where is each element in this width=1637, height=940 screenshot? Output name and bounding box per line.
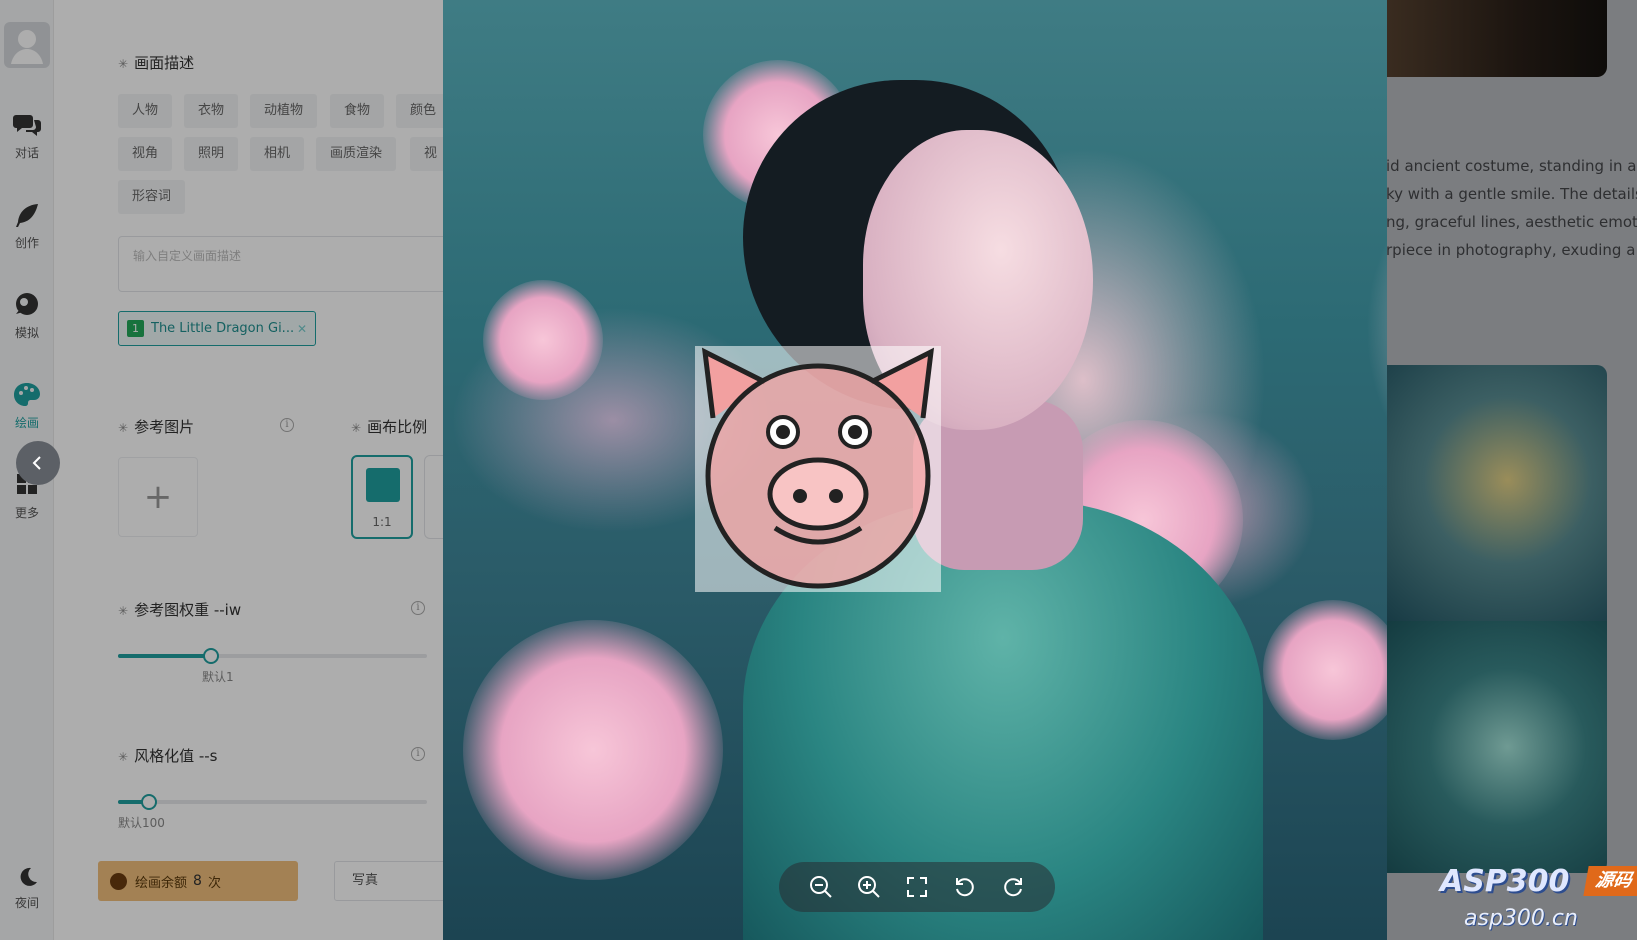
prompt-description: id ancient costume, standing in a d ky w… bbox=[1386, 157, 1637, 259]
nav-item-create[interactable]: 创作 bbox=[0, 202, 54, 251]
draw-settings-panel: ✳ 画面描述 人物 衣物 动植物 食物 颜色 视角 照明 相机 画质渲染 视 形容… bbox=[54, 0, 443, 940]
upload-reference-button[interactable]: + bbox=[118, 457, 198, 537]
watermark-logo: ASP300 源码 asp300.cn bbox=[1440, 862, 1637, 940]
chip-category[interactable]: 视角 bbox=[118, 137, 173, 171]
info-icon[interactable]: i bbox=[280, 418, 294, 432]
slider-thumb[interactable] bbox=[202, 648, 219, 664]
chip-category[interactable]: 人物 bbox=[118, 94, 173, 128]
chip-category[interactable]: 颜色 bbox=[396, 94, 443, 128]
section-title-ratio: ✳ 画布比例 bbox=[351, 418, 428, 436]
user-avatar-icon bbox=[11, 30, 43, 64]
slider-thumb[interactable] bbox=[140, 794, 157, 810]
custom-description-input[interactable]: 输入自定义画面描述 bbox=[118, 236, 443, 292]
mode-select-button[interactable]: 写真 bbox=[334, 861, 454, 901]
quota-count: 8 bbox=[193, 873, 202, 889]
plus-icon: + bbox=[143, 477, 173, 517]
user-bubble-icon bbox=[16, 293, 38, 315]
quota-unit: 次 bbox=[207, 875, 221, 891]
rotate-right-icon[interactable] bbox=[999, 873, 1027, 901]
chip-category[interactable]: 照明 bbox=[184, 137, 239, 171]
nav-label: 更多 bbox=[14, 506, 39, 520]
pig-watermark-icon bbox=[695, 346, 941, 592]
info-icon[interactable]: i bbox=[411, 601, 425, 615]
flower-shape bbox=[483, 280, 603, 400]
section-title-iw: ✳ 参考图权重 --iw bbox=[118, 601, 242, 619]
section-title-scene: ✳ 画面描述 bbox=[118, 54, 195, 72]
palette-icon bbox=[110, 872, 127, 890]
gallery-image[interactable] bbox=[1386, 0, 1607, 77]
fullscreen-icon[interactable] bbox=[903, 873, 931, 901]
chip-category[interactable]: 形容词 bbox=[118, 180, 186, 214]
iw-slider[interactable] bbox=[118, 648, 427, 664]
selected-prompt-tag[interactable]: 1 The Little Dragon Gi... ✕ bbox=[118, 311, 316, 346]
image-preview[interactable] bbox=[443, 0, 1387, 940]
chip-category[interactable]: 动植物 bbox=[250, 94, 318, 128]
gallery-image[interactable] bbox=[1386, 365, 1607, 621]
nav-label: 模拟 bbox=[14, 326, 39, 340]
section-title-stylize: ✳ 风格化值 --s bbox=[118, 747, 218, 765]
chevron-left-icon bbox=[32, 456, 41, 470]
avatar[interactable] bbox=[4, 22, 50, 68]
gallery-image[interactable] bbox=[1386, 621, 1607, 873]
collapse-panel-button[interactable] bbox=[16, 441, 60, 485]
square-ratio-icon bbox=[366, 468, 400, 502]
nav-item-night-mode[interactable]: 夜间 bbox=[0, 866, 54, 911]
chip-category[interactable]: 衣物 bbox=[184, 94, 239, 128]
stylize-default-hint: 默认100 bbox=[118, 816, 165, 830]
section-title-reference: ✳ 参考图片 bbox=[118, 418, 195, 436]
draw-quota-badge: 绘画余额 8 次 bbox=[98, 861, 298, 901]
moon-icon bbox=[20, 867, 37, 886]
gallery-panel: id ancient costume, standing in a d ky w… bbox=[1386, 0, 1637, 940]
chat-icon bbox=[13, 115, 41, 136]
info-icon[interactable]: i bbox=[411, 747, 425, 761]
chip-category[interactable]: 视 bbox=[410, 137, 443, 171]
close-icon[interactable]: ✕ bbox=[297, 322, 307, 336]
nav-label: 夜间 bbox=[14, 896, 39, 910]
nav-label: 绘画 bbox=[14, 416, 39, 430]
ratio-option[interactable] bbox=[424, 455, 443, 539]
stylize-slider[interactable] bbox=[118, 794, 427, 810]
rotate-left-icon[interactable] bbox=[951, 873, 979, 901]
nav-label: 创作 bbox=[14, 236, 39, 250]
zoom-in-icon[interactable] bbox=[855, 873, 883, 901]
ratio-option-1-1[interactable]: 1:1 bbox=[351, 455, 413, 539]
chip-category[interactable]: 相机 bbox=[250, 137, 305, 171]
palette-icon bbox=[14, 383, 40, 406]
chip-category[interactable]: 画质渲染 bbox=[316, 137, 397, 171]
quota-label: 绘画余额 bbox=[135, 875, 188, 891]
zoom-out-icon[interactable] bbox=[807, 873, 835, 901]
nav-item-draw[interactable]: 绘画 bbox=[0, 382, 54, 431]
chip-category[interactable]: 食物 bbox=[330, 94, 385, 128]
nav-item-simulate[interactable]: 模拟 bbox=[0, 292, 54, 341]
feather-icon bbox=[16, 204, 38, 227]
preview-toolbar bbox=[779, 862, 1055, 912]
tag-number: 1 bbox=[127, 320, 144, 337]
slider-fill bbox=[118, 654, 211, 658]
nav-item-chat[interactable]: 对话 bbox=[0, 112, 54, 161]
flower-shape bbox=[463, 620, 723, 880]
ratio-label: 1:1 bbox=[372, 515, 392, 529]
tag-text: The Little Dragon Gi... bbox=[151, 321, 293, 336]
nav-label: 对话 bbox=[14, 146, 39, 160]
flower-shape bbox=[1263, 600, 1387, 740]
iw-default-hint: 默认1 bbox=[202, 670, 234, 684]
